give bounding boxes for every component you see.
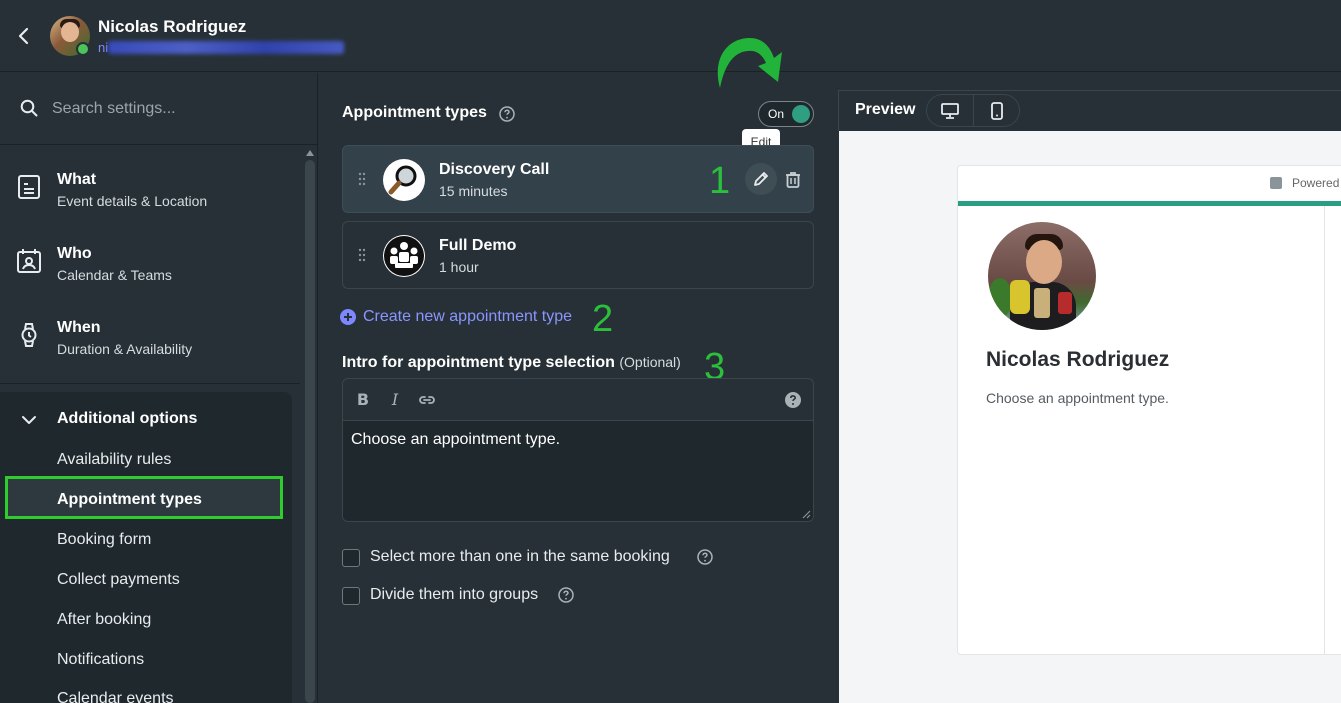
chevron-left-icon (18, 27, 29, 45)
magnifier-icon (383, 159, 425, 201)
multi-select-option[interactable]: Select more than one in the same booking (342, 547, 722, 569)
sidebar-item-subtitle: Event details & Location (57, 193, 208, 209)
user-name: Nicolas Rodriguez (98, 17, 247, 36)
card-divider (1324, 206, 1325, 654)
checkbox-label: Select more than one in the same booking (370, 548, 670, 565)
sidebar-item-subtitle: Duration & Availability (57, 341, 193, 357)
editor-toolbar: B I (343, 379, 813, 421)
desktop-icon[interactable] (940, 102, 960, 120)
sidebar-item-notifications[interactable]: Notifications (57, 651, 144, 669)
host-name: Nicolas Rodriguez (986, 348, 1170, 371)
drag-handle-icon[interactable] (357, 171, 367, 187)
bold-icon[interactable]: B (353, 390, 373, 410)
sidebar-item-booking-form[interactable]: Booking form (57, 531, 151, 549)
annotation-number-1: 1 (709, 160, 731, 202)
appointment-name: Discovery Call (439, 161, 550, 178)
create-link-label: Create new appointment type (363, 308, 573, 325)
appointment-card-discovery-call[interactable]: Discovery Call 15 minutes (342, 145, 814, 213)
calendar-person-icon (17, 249, 41, 273)
drag-handle-icon[interactable] (357, 247, 367, 263)
section-title: Appointment types (342, 104, 487, 121)
preview-intro-text: Choose an appointment type. (986, 390, 1169, 406)
search-icon (20, 99, 38, 117)
intro-label: Intro for appointment type selection (Op… (342, 354, 681, 372)
trash-icon[interactable] (782, 169, 804, 191)
toggle-knob (792, 105, 810, 123)
plus-circle-icon (340, 309, 356, 325)
pencil-icon (754, 172, 768, 186)
intro-label-text: Intro for appointment type selection (342, 354, 615, 371)
groups-checkbox[interactable] (342, 587, 360, 605)
watch-icon (21, 323, 37, 347)
appointment-duration: 15 minutes (439, 183, 508, 199)
intro-text: Choose an appointment type. (351, 431, 561, 448)
device-toggle-group (926, 94, 1020, 127)
brand-logo-icon (1270, 177, 1282, 189)
editor-help-icon[interactable] (783, 390, 803, 410)
appointment-card-full-demo[interactable]: Full Demo 1 hour (342, 221, 814, 289)
annotation-arrow-icon (717, 38, 782, 88)
sidebar-divider (0, 383, 300, 384)
toggle-label: On (768, 107, 785, 121)
appointment-types-toggle[interactable]: On (758, 101, 814, 127)
back-button[interactable] (14, 24, 34, 48)
help-icon[interactable] (697, 549, 713, 565)
chevron-down-icon[interactable] (20, 411, 38, 429)
mobile-icon[interactable] (989, 101, 1005, 121)
intro-text-editor: B I Choose an appointment type. (342, 378, 814, 522)
sidebar-item-appointment-types[interactable]: Appointment types (57, 491, 202, 509)
edit-button[interactable] (745, 163, 777, 195)
link-icon[interactable] (417, 390, 437, 410)
sidebar-item-title: What (57, 171, 97, 188)
sidebar-item-subtitle: Calendar & Teams (57, 267, 172, 283)
multi-select-checkbox[interactable] (342, 549, 360, 567)
search-settings-input[interactable] (52, 96, 292, 122)
team-icon (383, 235, 425, 277)
sidebar-item-availability-rules[interactable]: Availability rules (57, 451, 171, 469)
powered-by-text: Powered (1292, 176, 1340, 190)
user-email: ni (98, 40, 109, 55)
redacted-email-blur (108, 41, 344, 54)
optional-tag: (Optional) (619, 354, 681, 370)
help-icon[interactable] (499, 106, 515, 122)
online-status-dot (76, 42, 90, 56)
sidebar-item-calendar-events[interactable]: Calendar events (57, 690, 174, 703)
annotation-number-2: 2 (592, 298, 614, 340)
groups-option[interactable]: Divide them into groups (342, 585, 582, 607)
checkbox-label: Divide them into groups (370, 586, 539, 603)
sidebar-item-after-booking[interactable]: After booking (57, 611, 151, 629)
help-icon[interactable] (558, 587, 574, 603)
sidebar-item-title: Who (57, 245, 92, 262)
sidebar-item-collect-payments[interactable]: Collect payments (57, 571, 180, 589)
sidebar-item-what[interactable]: What Event details & Location (0, 154, 300, 226)
device-divider (973, 95, 974, 126)
additional-options-toggle[interactable]: Additional options (57, 410, 197, 428)
editor-content[interactable]: Choose an appointment type. (343, 421, 813, 521)
preview-title: Preview (855, 101, 916, 118)
accent-bar (958, 201, 1341, 206)
sidebar-item-when[interactable]: When Duration & Availability (0, 302, 300, 374)
appointment-name: Full Demo (439, 237, 517, 254)
appointment-duration: 1 hour (439, 259, 479, 275)
sidebar-item-title: When (57, 319, 101, 336)
document-icon (18, 175, 40, 199)
italic-icon[interactable]: I (385, 390, 405, 410)
host-avatar (988, 222, 1096, 330)
resize-handle-icon[interactable] (801, 509, 811, 519)
sidebar-scrollbar[interactable] (303, 150, 315, 703)
sidebar-item-who[interactable]: Who Calendar & Teams (0, 228, 300, 300)
